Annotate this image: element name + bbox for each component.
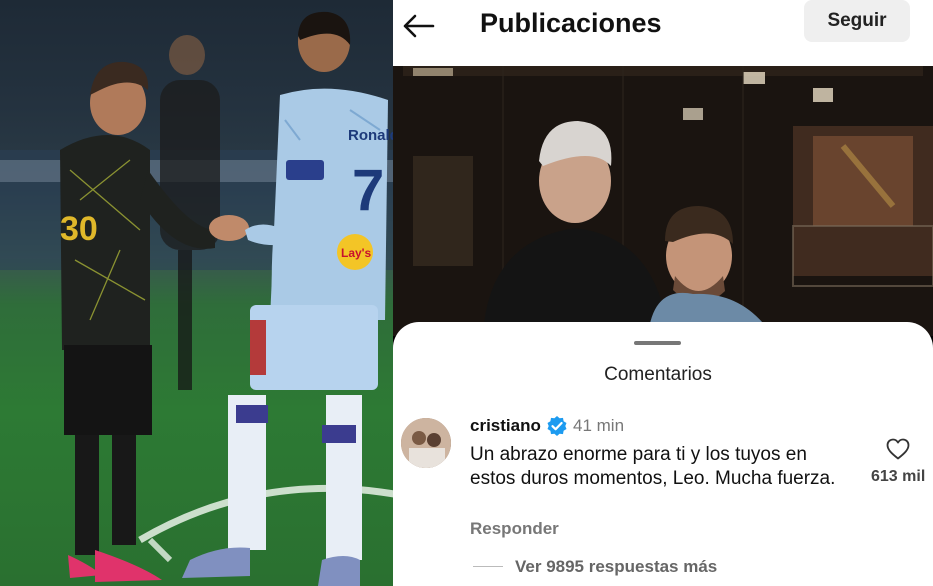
comments-title: Comentarios xyxy=(604,364,712,385)
comments-sheet: Comentarios cristiano 41 min Un abrazo e… xyxy=(393,322,933,586)
avatar[interactable] xyxy=(401,418,451,468)
reply-button[interactable]: Responder xyxy=(470,519,559,539)
football-photo: 30 Ronaldo 7 Lay's xyxy=(0,0,400,586)
page-title: Publicaciones xyxy=(480,8,662,38)
drag-handle[interactable] xyxy=(634,341,681,345)
replies-divider xyxy=(473,566,503,567)
comment-timestamp: 41 min xyxy=(573,416,625,435)
comment-text: Un abrazo enorme para ti y los tuyos en … xyxy=(470,444,836,489)
view-replies-button[interactable]: Ver 9895 respuestas más xyxy=(515,557,717,577)
follow-button[interactable]: Seguir xyxy=(804,0,910,42)
comment-username[interactable]: cristiano xyxy=(470,416,541,436)
sponsor-logo: Lay's xyxy=(341,246,372,260)
like-count: 613 mil xyxy=(871,468,926,485)
app-header: Publicaciones Seguir xyxy=(393,0,933,66)
left-jersey-number: 30 xyxy=(60,210,98,248)
football-photo-illustration: 30 Ronaldo 7 Lay's xyxy=(0,11,400,586)
heart-icon[interactable] xyxy=(886,438,910,460)
post-photo[interactable] xyxy=(393,66,933,336)
verified-badge-icon xyxy=(547,416,567,436)
instagram-screen: Publicaciones Seguir Comentarios cristia… xyxy=(393,0,933,586)
post-photo-illustration xyxy=(393,66,933,336)
avatar-image xyxy=(401,418,451,468)
right-jersey-number: 7 xyxy=(352,158,384,223)
back-arrow-icon[interactable] xyxy=(399,12,435,40)
